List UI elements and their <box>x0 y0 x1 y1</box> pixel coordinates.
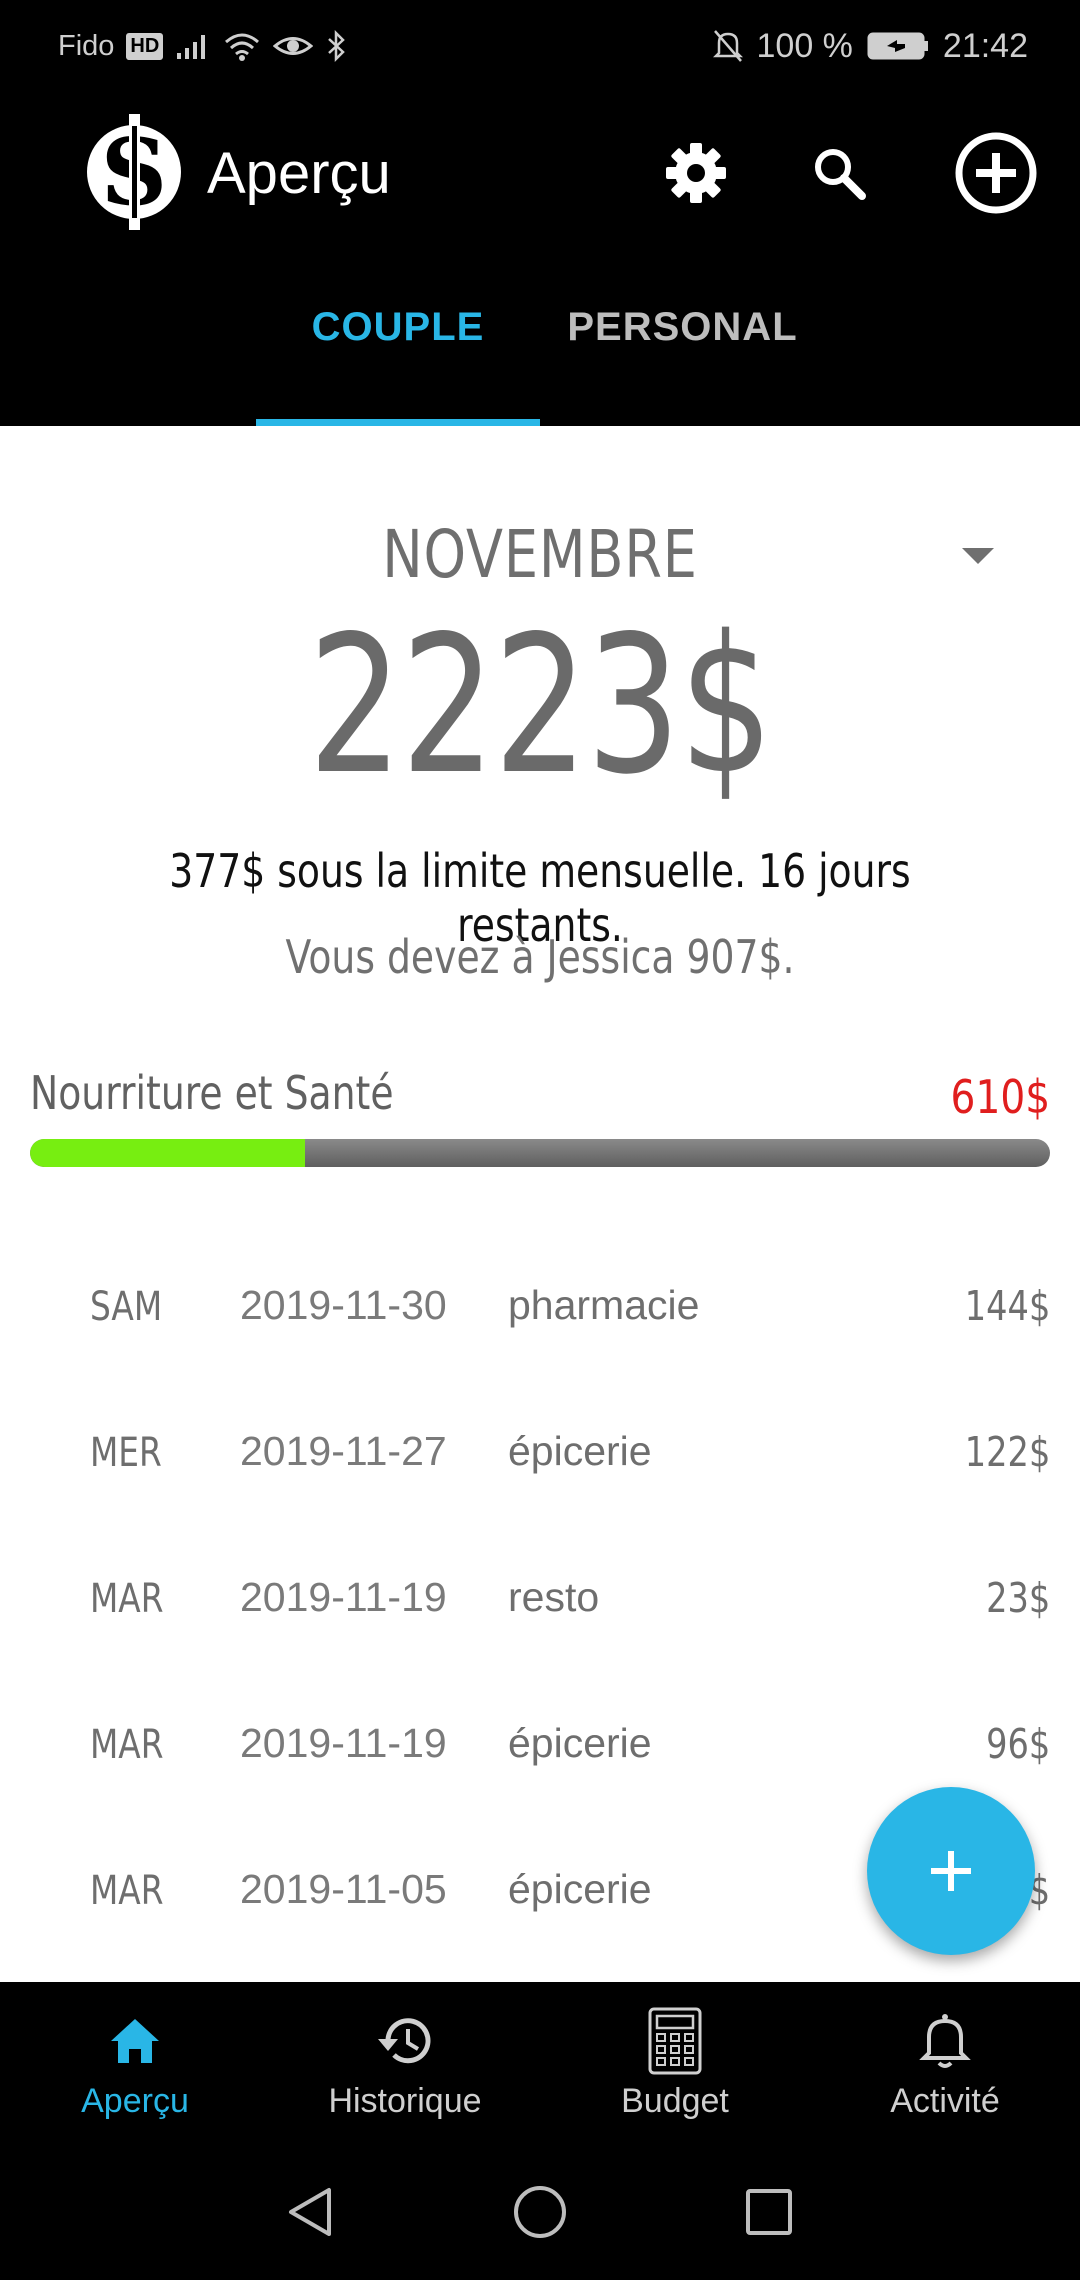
carrier-name: Fido <box>58 29 115 62</box>
home-button[interactable] <box>510 2182 570 2242</box>
mute-bell-icon <box>712 29 743 63</box>
page-title: Aperçu <box>207 141 391 206</box>
bottom-navigation: Aperçu Historique Budget Activité <box>0 1982 1080 2142</box>
app-bar: S Aperçu <box>0 92 1080 255</box>
hd-badge: HD <box>126 32 164 60</box>
transaction-date: 2019-11-27 <box>240 1428 447 1474</box>
transaction-row[interactable]: SAM 2019-11-30 pharmacie 144$ <box>0 1236 1080 1382</box>
plus-icon <box>931 1851 971 1891</box>
tab-indicator <box>256 419 540 426</box>
transaction-day: MER <box>90 1430 162 1476</box>
wifi-icon <box>223 30 261 62</box>
battery-percent: 100 % <box>756 26 853 65</box>
month-label[interactable]: NOVEMBRE <box>97 516 983 593</box>
add-transaction-fab[interactable] <box>867 1787 1035 1955</box>
nav-historique[interactable]: Historique <box>270 1982 540 2142</box>
nav-label: Budget <box>621 2082 729 2120</box>
tab-couple[interactable]: COUPLE <box>256 305 540 350</box>
nav-apercu[interactable]: Aperçu <box>0 1982 270 2142</box>
bell-icon <box>810 2006 1080 2076</box>
transaction-amount: 96$ <box>985 1720 1050 1768</box>
transaction-description: pharmacie <box>508 1282 700 1328</box>
status-bar: Fido HD 100 % 21:42 <box>0 0 1080 92</box>
category-progress-fill <box>30 1139 306 1167</box>
recents-square-icon <box>746 2189 792 2235</box>
transaction-amount: 122$ <box>964 1428 1050 1476</box>
tab-bar: COUPLE PERSONAL <box>0 255 1080 426</box>
overview-content[interactable]: NOVEMBRE 2223$ 377$ sous la limite mensu… <box>0 426 1080 1982</box>
balance-summary: Vous devez à Jessica 907$. <box>285 930 795 984</box>
status-right: 100 % 21:42 <box>712 24 1028 68</box>
transaction-row[interactable]: MAR 2019-11-19 resto 23$ <box>0 1528 1080 1674</box>
home-circle-icon <box>514 2186 566 2238</box>
bluetooth-icon <box>325 30 347 62</box>
gear-icon <box>666 143 726 203</box>
category-progress-bar <box>30 1139 1050 1167</box>
transaction-date: 2019-11-19 <box>240 1720 447 1766</box>
recents-button[interactable] <box>739 2182 799 2242</box>
category-name: Nourriture et Santé <box>30 1066 394 1120</box>
clock: 21:42 <box>942 26 1028 65</box>
back-icon <box>289 2188 331 2236</box>
transaction-amount: 144$ <box>964 1282 1050 1330</box>
status-left: Fido HD <box>58 24 347 68</box>
signal-icon <box>175 31 211 61</box>
add-circle-icon <box>955 132 1037 214</box>
transaction-description: épicerie <box>508 1428 652 1474</box>
transaction-day: MAR <box>90 1722 164 1768</box>
category-amount: 610$ <box>950 1070 1050 1124</box>
dropdown-arrow-icon[interactable] <box>960 546 996 568</box>
settings-button[interactable] <box>653 130 739 216</box>
nav-label: Activité <box>890 2082 1000 2120</box>
transaction-description: épicerie <box>508 1720 652 1766</box>
transaction-date: 2019-11-05 <box>240 1866 447 1912</box>
dollar-logo-icon: S <box>84 112 184 232</box>
search-icon <box>815 149 866 200</box>
transaction-amount: 23$ <box>985 1574 1050 1622</box>
add-button[interactable] <box>953 130 1039 216</box>
back-button[interactable] <box>280 2182 340 2242</box>
calculator-icon <box>540 2006 810 2076</box>
tab-personal[interactable]: PERSONAL <box>540 305 825 350</box>
nav-budget[interactable]: Budget <box>540 1982 810 2142</box>
nav-label: Aperçu <box>81 2082 189 2120</box>
transaction-description: resto <box>508 1574 600 1620</box>
home-icon <box>0 2006 270 2076</box>
nav-activite[interactable]: Activité <box>810 1982 1080 2142</box>
transaction-date: 2019-11-30 <box>240 1282 447 1328</box>
total-amount: 2223$ <box>308 595 773 816</box>
battery-icon <box>867 31 929 61</box>
transaction-day: MAR <box>90 1868 164 1914</box>
transaction-row[interactable]: MER 2019-11-27 épicerie 122$ <box>0 1382 1080 1528</box>
nav-label: Historique <box>328 2082 482 2120</box>
search-button[interactable] <box>796 130 882 216</box>
system-navigation <box>0 2142 1080 2280</box>
transaction-day: SAM <box>90 1284 163 1330</box>
transaction-day: MAR <box>90 1576 164 1622</box>
history-icon <box>270 2006 540 2076</box>
transaction-date: 2019-11-19 <box>240 1574 447 1620</box>
transaction-description: épicerie <box>508 1866 652 1912</box>
eye-icon <box>273 31 314 61</box>
month-selector[interactable]: NOVEMBRE <box>0 516 1080 596</box>
